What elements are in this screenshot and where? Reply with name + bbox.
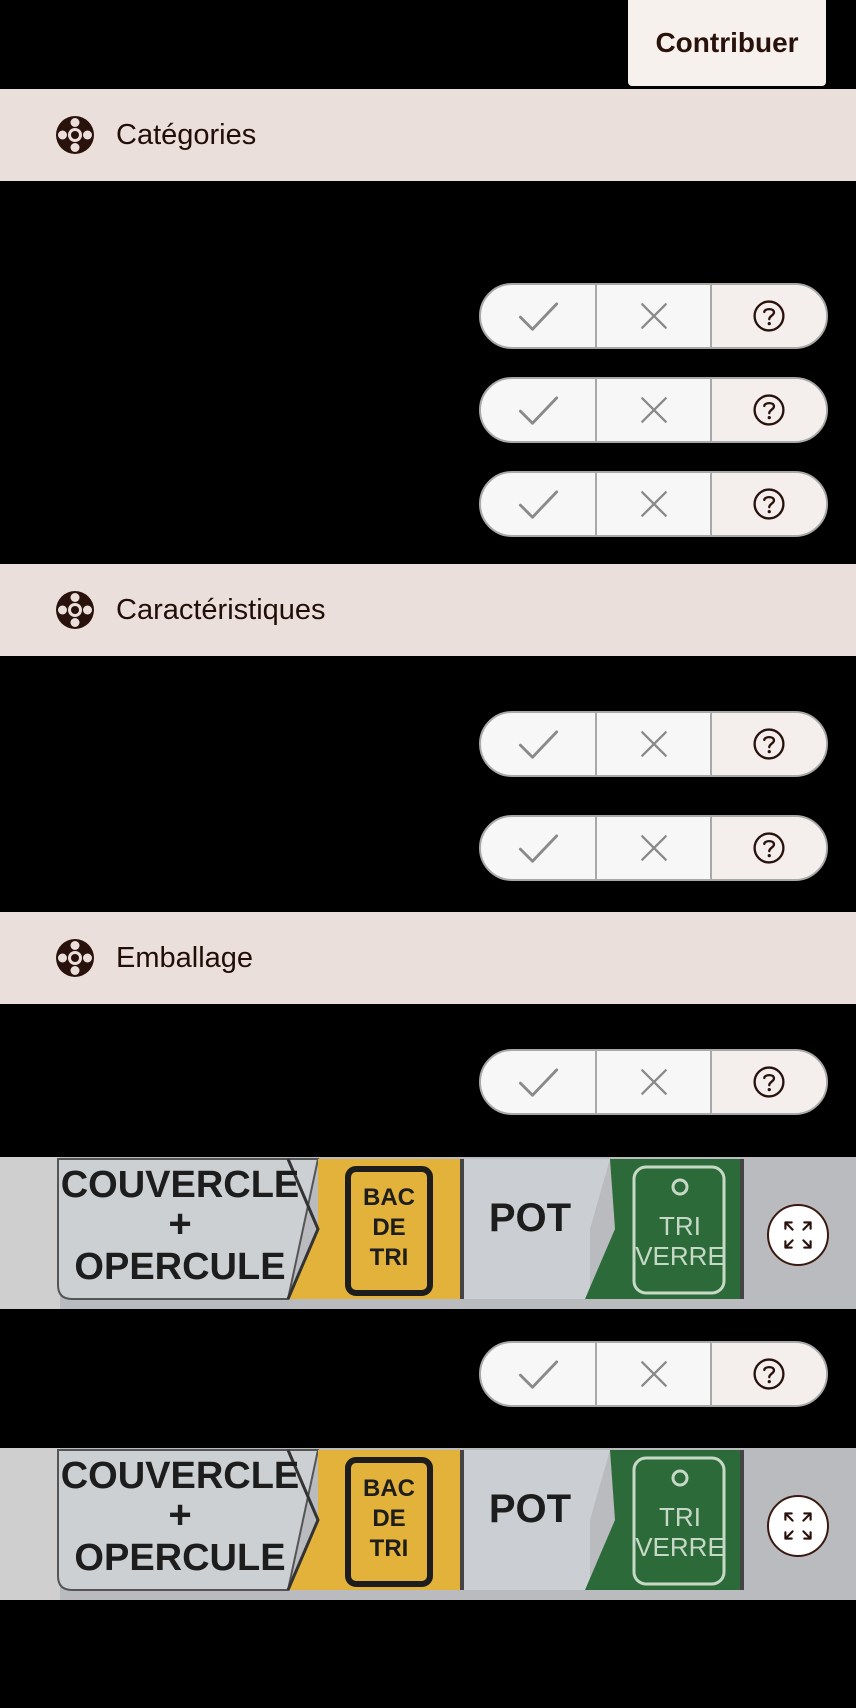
check-icon [516,722,560,766]
unknown-button[interactable] [712,1343,826,1405]
answer-control-characteristics-1 [479,711,828,777]
expand-image-button[interactable] [767,1495,829,1557]
no-button[interactable] [597,285,713,347]
section-title: Catégories [116,118,257,151]
unknown-button[interactable] [712,473,826,535]
cross-icon [636,298,672,334]
label-text-bin-2: DE [372,1505,405,1532]
question-icon [751,1064,787,1100]
yes-button[interactable] [481,473,597,535]
label-text-pot: POT [489,1487,571,1531]
label-text-lid: COUVERCLE [61,1164,300,1206]
cross-icon [636,830,672,866]
check-icon [516,1352,560,1396]
section-header-characteristics[interactable]: Caractéristiques [0,564,856,656]
expand-icon [780,1508,816,1544]
question-icon [751,298,787,334]
label-text-glass-1: TRI [659,1211,701,1241]
label-text-lid: COUVERCLE [61,1455,300,1497]
section-title: Emballage [116,941,254,974]
label-text-plus: + [168,1202,191,1246]
yes-button[interactable] [481,713,597,775]
question-icon [751,392,787,428]
check-icon [516,388,560,432]
check-icon [516,482,560,526]
check-icon [516,294,560,338]
no-button[interactable] [597,1343,713,1405]
question-icon [751,726,787,762]
packaging-label-image: COUVERCLE + OPERCULE BAC DE TRI POT TRI … [0,1448,856,1600]
contribute-button[interactable]: Contribuer [628,0,826,86]
cross-icon [636,392,672,428]
unknown-button[interactable] [712,379,826,441]
label-text-glass-2: VERRE [635,1241,725,1271]
section-title: Caractéristiques [116,593,326,626]
expand-icon [780,1217,816,1253]
question-icon [751,1356,787,1392]
yes-button[interactable] [481,285,597,347]
unknown-button[interactable] [712,285,826,347]
unknown-button[interactable] [712,817,826,879]
answer-control-categories-1 [479,283,828,349]
label-text-pot: POT [489,1196,571,1240]
label-text-bin-2: DE [372,1214,405,1241]
no-button[interactable] [597,817,713,879]
expand-image-button[interactable] [767,1204,829,1266]
label-text-seal: OPERCULE [74,1537,285,1579]
label-text-glass-2: VERRE [635,1532,725,1562]
no-button[interactable] [597,379,713,441]
label-text-plus: + [168,1493,191,1537]
unknown-button[interactable] [712,1051,826,1113]
answer-control-categories-2 [479,377,828,443]
section-header-categories[interactable]: Catégories [0,89,856,181]
yes-button[interactable] [481,1343,597,1405]
answer-control-packaging-2 [479,1341,828,1407]
label-text-glass-1: TRI [659,1502,701,1532]
recycling-label-photo: COUVERCLE + OPERCULE BAC DE TRI POT TRI … [0,1448,856,1600]
no-button[interactable] [597,1051,713,1113]
question-icon [751,486,787,522]
label-text-seal: OPERCULE [74,1246,285,1288]
yes-button[interactable] [481,379,597,441]
label-text-bin-3: TRI [370,1244,409,1271]
yes-button[interactable] [481,817,597,879]
answer-control-categories-3 [479,471,828,537]
label-text-bin-1: BAC [363,1184,415,1211]
no-button[interactable] [597,473,713,535]
cross-icon [636,726,672,762]
packaging-label-image: COUVERCLE + OPERCULE BAC DE TRI POT TRI … [0,1157,856,1309]
cross-icon [636,1064,672,1100]
yes-button[interactable] [481,1051,597,1113]
check-icon [516,826,560,870]
lifebuoy-icon [55,938,95,978]
question-icon [751,830,787,866]
label-text-bin-1: BAC [363,1475,415,1502]
answer-control-packaging-1 [479,1049,828,1115]
cross-icon [636,486,672,522]
lifebuoy-icon [55,590,95,630]
lifebuoy-icon [55,115,95,155]
answer-control-characteristics-2 [479,815,828,881]
check-icon [516,1060,560,1104]
recycling-label-photo: COUVERCLE + OPERCULE BAC DE TRI POT TRI … [0,1157,856,1309]
label-text-bin-3: TRI [370,1535,409,1562]
section-header-packaging[interactable]: Emballage [0,912,856,1004]
no-button[interactable] [597,713,713,775]
cross-icon [636,1356,672,1392]
unknown-button[interactable] [712,713,826,775]
